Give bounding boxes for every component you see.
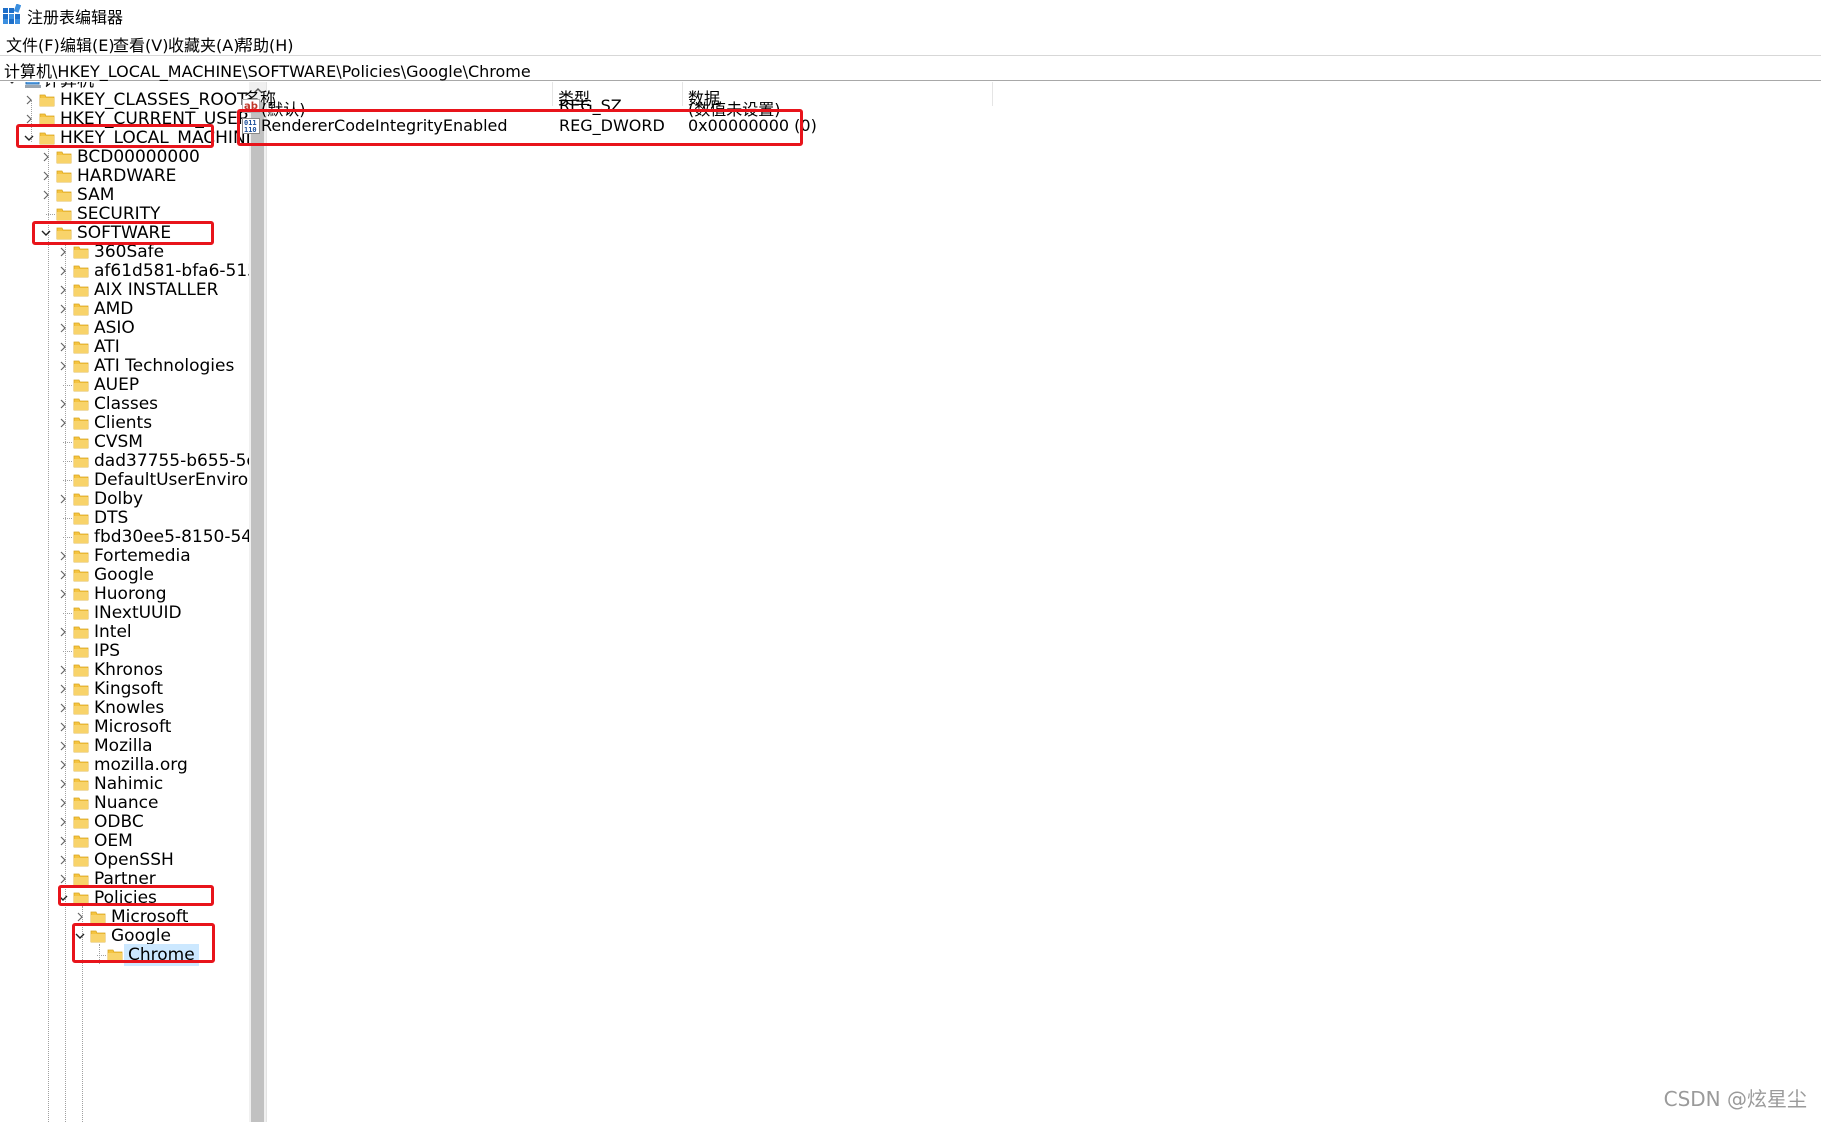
folder-icon — [73, 624, 89, 640]
svg-text:110: 110 — [244, 126, 257, 134]
folder-icon — [73, 263, 89, 279]
folder-icon — [73, 415, 89, 431]
folder-icon — [73, 852, 89, 868]
folder-icon — [39, 92, 55, 108]
value-data: 0x00000000 (0) — [688, 116, 817, 135]
tree-guide-line — [63, 651, 72, 652]
folder-open-icon — [39, 130, 55, 146]
folder-icon — [73, 377, 89, 393]
folder-icon — [56, 168, 72, 184]
folder-icon — [73, 738, 89, 754]
folder-icon — [107, 947, 123, 963]
tree-guide-line — [46, 214, 55, 215]
scroll-thumb[interactable] — [251, 102, 264, 1122]
menu-bar: 文件(F) 编辑(E) 查看(V) 收藏夹(A) 帮助(H) — [0, 30, 1821, 56]
folder-icon — [56, 187, 72, 203]
tree-guide-line — [63, 613, 72, 614]
tree-guide-line — [63, 518, 72, 519]
tree-guide-line — [63, 442, 72, 443]
folder-icon — [90, 909, 106, 925]
list-row-renderer[interactable]: 011 110 RendererCodeIntegrityEnabled REG… — [242, 114, 1174, 138]
menu-file[interactable]: 文件(F) — [6, 32, 60, 56]
pane-splitter[interactable] — [266, 82, 272, 1122]
window-title: 注册表编辑器 — [27, 8, 124, 27]
folder-open-icon — [90, 928, 106, 944]
value-type: REG_SZ — [559, 96, 622, 115]
folder-icon — [73, 643, 89, 659]
value-name: RendererCodeIntegrityEnabled — [261, 116, 508, 135]
values-list[interactable]: 名称 类型 数据 ab (默认) REG_SZ (数值未设置) 011 110 … — [242, 82, 1821, 1122]
folder-icon — [73, 510, 89, 526]
title-bar: 注册表编辑器 — [0, 0, 1821, 28]
folder-icon — [73, 719, 89, 735]
folder-icon — [73, 871, 89, 887]
address-path[interactable]: 计算机\HKEY_LOCAL_MACHINE\SOFTWARE\Policies… — [4, 58, 531, 82]
folder-icon — [73, 282, 89, 298]
tree-guide-line — [63, 480, 72, 481]
tree-guide-line — [63, 461, 72, 462]
folder-icon — [73, 529, 89, 545]
folder-icon — [73, 776, 89, 792]
menu-favorites[interactable]: 收藏夹(A) — [168, 32, 239, 56]
svg-text:ab: ab — [244, 101, 258, 112]
key-tree[interactable]: 计算机 HKEY_CLASSES_ROOTHKEY_CURRENT_USERHK… — [0, 82, 250, 1122]
folder-icon — [73, 244, 89, 260]
folder-icon — [73, 339, 89, 355]
folder-icon — [73, 472, 89, 488]
folder-icon — [56, 206, 72, 222]
folder-icon — [73, 491, 89, 507]
watermark: CSDN @炫星尘 — [1663, 1087, 1807, 1111]
folder-icon — [73, 358, 89, 374]
folder-icon — [73, 434, 89, 450]
dword-value-icon: 011 110 — [242, 118, 260, 134]
folder-icon — [73, 833, 89, 849]
tree-guide-line — [63, 385, 72, 386]
folder-icon — [73, 700, 89, 716]
folder-icon — [73, 567, 89, 583]
folder-icon — [73, 586, 89, 602]
folder-icon — [73, 681, 89, 697]
folder-icon — [39, 111, 55, 127]
tree-guide-line — [63, 537, 72, 538]
folder-icon — [73, 548, 89, 564]
regedit-app-icon — [3, 4, 21, 24]
tree-label: Chrome — [124, 944, 199, 966]
folder-icon — [73, 320, 89, 336]
menu-edit[interactable]: 编辑(E) — [60, 32, 115, 56]
address-bar[interactable]: 计算机\HKEY_LOCAL_MACHINE\SOFTWARE\Policies… — [0, 55, 1821, 81]
string-value-icon: ab — [242, 99, 260, 113]
folder-icon — [73, 301, 89, 317]
folder-icon — [73, 757, 89, 773]
folder-icon — [73, 396, 89, 412]
menu-help[interactable]: 帮助(H) — [237, 32, 294, 56]
folder-icon — [56, 149, 72, 165]
folder-icon — [73, 814, 89, 830]
tree-node-chrome[interactable]: Chrome — [0, 944, 249, 966]
folder-icon — [73, 605, 89, 621]
menu-view[interactable]: 查看(V) — [113, 32, 168, 56]
folder-open-icon — [56, 225, 72, 241]
folder-icon — [73, 453, 89, 469]
tree-scrollbar[interactable] — [249, 82, 266, 1122]
folder-icon — [73, 662, 89, 678]
folder-open-icon — [73, 890, 89, 906]
folder-icon — [73, 795, 89, 811]
computer-icon — [25, 82, 41, 88]
value-type: REG_DWORD — [559, 116, 665, 135]
tree-guide-line — [97, 955, 106, 956]
